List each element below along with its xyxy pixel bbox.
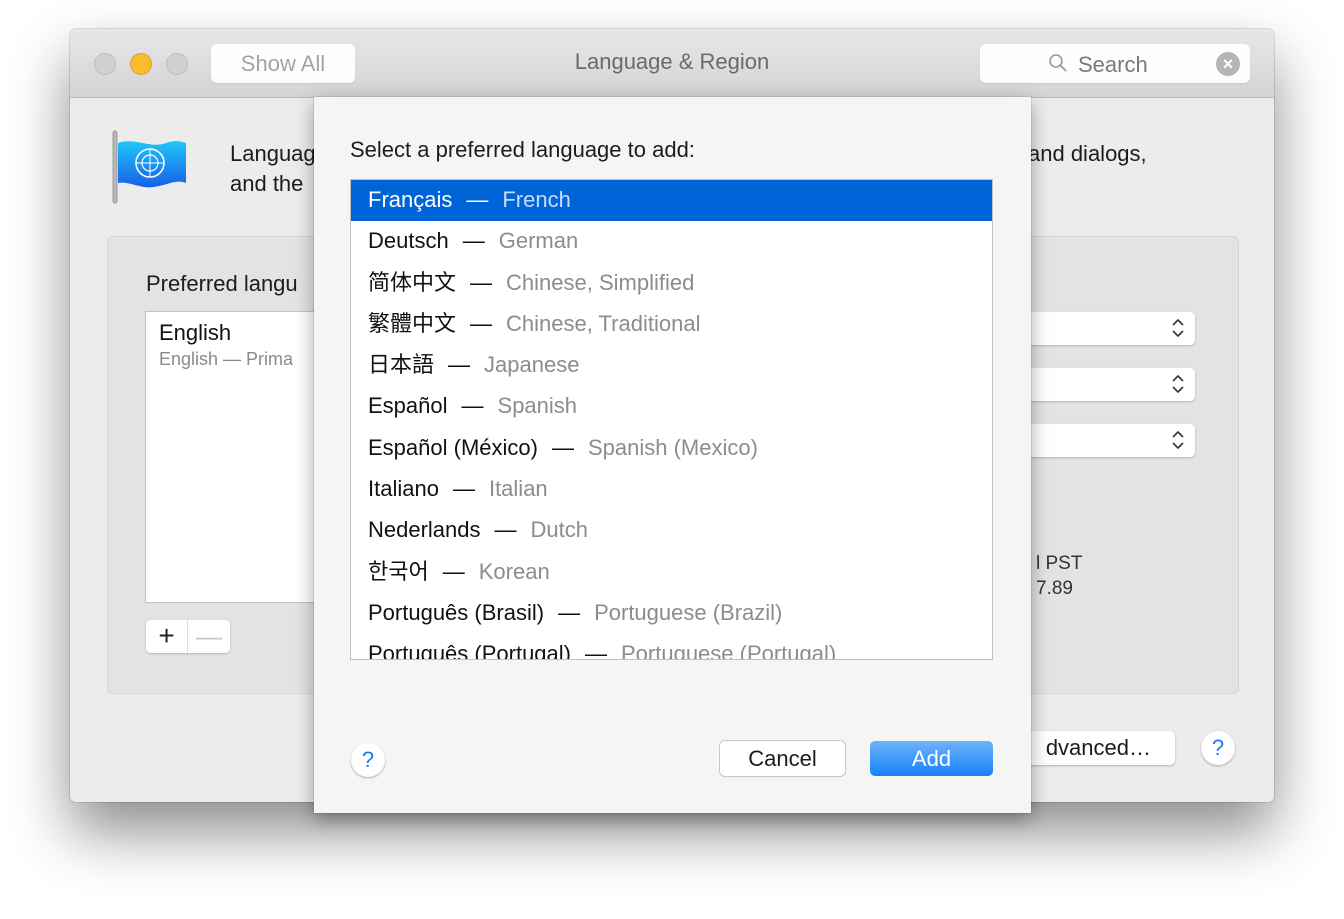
language-option[interactable]: 한국어 — Korean	[351, 552, 992, 593]
native-name: Português (Portugal)	[368, 641, 571, 660]
remove-language-button[interactable]: —	[188, 620, 230, 653]
separator-dash: —	[442, 558, 465, 584]
english-name: Italian	[488, 476, 548, 502]
sheet-help-button[interactable]: ?	[351, 743, 385, 777]
separator-dash: —	[585, 641, 607, 660]
language-name: English	[159, 320, 232, 345]
native-name: 한국어	[368, 558, 429, 584]
english-name: Spanish	[497, 393, 578, 419]
english-name: French	[502, 187, 571, 212]
language-option[interactable]: Italiano — Italian	[351, 469, 992, 510]
separator-dash: —	[494, 517, 517, 543]
separator-dash: —	[470, 310, 493, 336]
sheet-title: Select a preferred language to add:	[350, 137, 695, 162]
search-field[interactable]: Search ×	[980, 44, 1250, 83]
help-button[interactable]: ?	[1201, 731, 1235, 765]
title-bar: Show All Language & Region Search ×	[70, 29, 1274, 98]
language-option[interactable]: 简体中文 — Chinese, Simplified	[351, 263, 992, 304]
separator-dash: —	[551, 434, 574, 460]
language-option[interactable]: Nederlands — Dutch	[351, 510, 992, 551]
add-remove-control: + —	[146, 620, 230, 653]
english-name: Chinese, Traditional	[506, 310, 701, 336]
stepper-arrows-icon	[1172, 374, 1184, 394]
native-name: Español (México)	[368, 434, 538, 460]
intro-text-right: and dialogs,	[1028, 141, 1147, 166]
native-name: 日本語	[368, 352, 435, 378]
time-format-sample: l PST	[1036, 553, 1083, 574]
english-name: Korean	[478, 558, 550, 584]
preferred-languages-label: Preferred langu	[146, 271, 298, 296]
search-placeholder: Search	[1078, 52, 1148, 77]
language-option[interactable]: 日本語 — Japanese	[351, 345, 992, 386]
native-name: Italiano	[368, 476, 439, 502]
intro-line-2: and the	[230, 171, 304, 196]
language-option[interactable]: Português (Brasil) — Portuguese (Brazil)	[351, 593, 992, 634]
stepper-arrows-icon	[1172, 430, 1184, 450]
language-option[interactable]: Español — Spanish	[351, 386, 992, 427]
native-name: 繁體中文	[368, 310, 457, 336]
native-name: Nederlands	[368, 517, 481, 543]
english-name: Portuguese (Brazil)	[594, 599, 783, 625]
number-format-sample: 7.89	[1036, 578, 1073, 599]
native-name: Español	[368, 393, 448, 419]
add-language-button[interactable]: +	[146, 620, 188, 653]
native-name: 简体中文	[368, 269, 457, 295]
english-name: Portuguese (Portugal)	[621, 641, 837, 660]
intro-text: Languag and the	[230, 139, 316, 199]
language-option[interactable]: Español (México) — Spanish (Mexico)	[351, 428, 992, 469]
separator-dash: —	[452, 476, 475, 502]
language-option[interactable]: Deutsch — German	[351, 221, 992, 262]
add-button[interactable]: Add	[870, 741, 993, 776]
native-name: Deutsch	[368, 228, 449, 254]
intro-line-1: Languag	[230, 141, 316, 166]
english-name: Chinese, Simplified	[506, 269, 695, 295]
separator-dash: —	[448, 352, 471, 378]
native-name: Français	[368, 187, 453, 212]
separator-dash: —	[558, 599, 581, 625]
un-flag-icon	[112, 130, 186, 204]
native-name: Português (Brasil)	[368, 599, 545, 625]
search-icon	[1049, 54, 1067, 72]
language-detail: English — Prima	[159, 349, 294, 369]
english-name: German	[498, 228, 579, 254]
add-language-sheet: Select a preferred language to add: Fran…	[314, 97, 1031, 813]
language-list[interactable]: Français — French Deutsch — German 简体中文 — Chines…	[350, 179, 993, 660]
separator-dash: —	[461, 393, 484, 419]
separator-dash: —	[470, 269, 493, 295]
language-option[interactable]: Português (Portugal) — Portuguese (Portuga…	[351, 634, 992, 660]
clear-search-icon[interactable]: ×	[1216, 52, 1240, 76]
separator-dash: —	[466, 187, 489, 212]
english-name: Japanese	[484, 352, 580, 378]
separator-dash: —	[462, 228, 485, 254]
cancel-button[interactable]: Cancel	[720, 741, 845, 776]
language-option[interactable]: 繁體中文 — Chinese, Traditional	[351, 304, 992, 345]
english-name: Spanish (Mexico)	[587, 434, 758, 460]
language-option[interactable]: Français — French	[351, 180, 992, 222]
english-name: Dutch	[530, 517, 588, 543]
stepper-arrows-icon	[1172, 318, 1184, 338]
